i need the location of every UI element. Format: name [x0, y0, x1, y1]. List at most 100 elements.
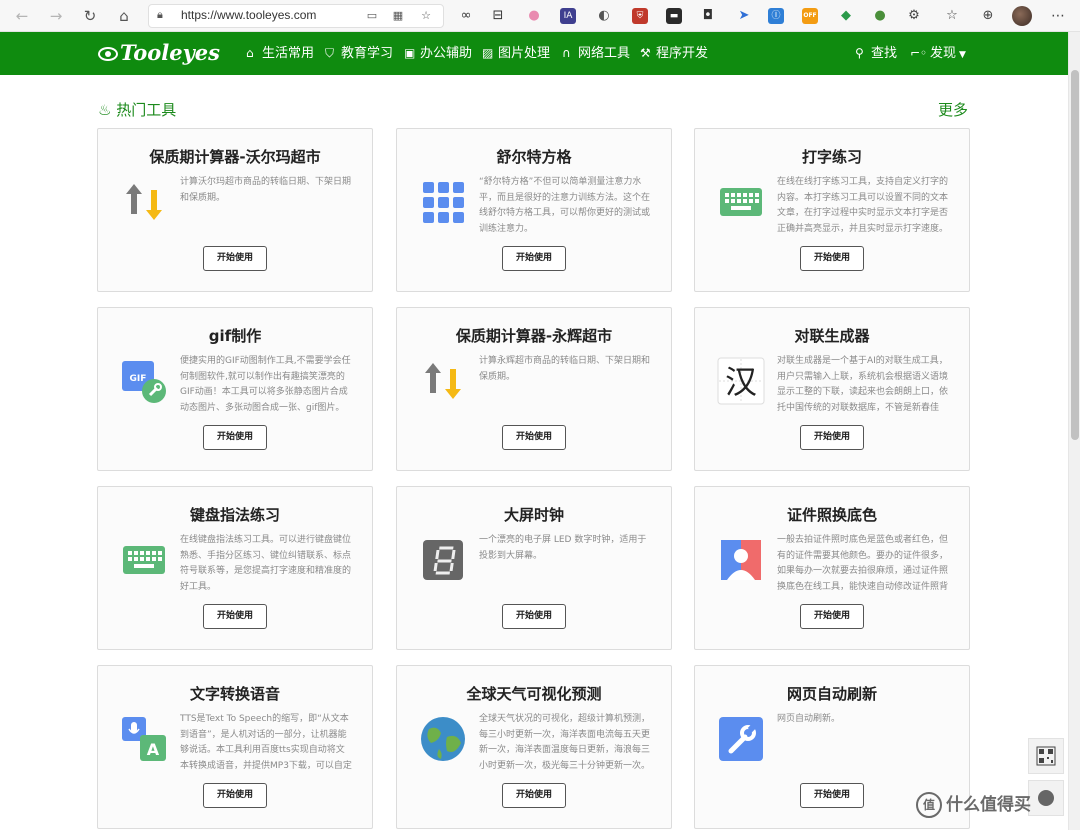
- search-icon: ⚲: [855, 46, 864, 60]
- card-title[interactable]: 打字练习: [695, 146, 969, 167]
- tool-card[interactable]: 舒尔特方格 “舒尔特方格”不但可以简单测量注意力水平，而且是很好的注意力训练方法。…: [396, 128, 672, 292]
- forward-icon[interactable]: →: [46, 6, 66, 26]
- tool-card[interactable]: gif制作 GIF 便捷实用的GIF动图制作工具,不需要学会任何制图软件,就可以制作…: [97, 307, 373, 471]
- card-title[interactable]: gif制作: [98, 325, 372, 346]
- collections-icon[interactable]: ⊕: [980, 8, 996, 24]
- start-button[interactable]: 开始使用: [203, 246, 267, 271]
- tool-card[interactable]: 打字练习 在线在线打字练习工具，支持自定义打字的内容。本打字练习工具可以设置不同的…: [694, 128, 970, 292]
- card-title[interactable]: 证件照换底色: [695, 504, 969, 525]
- start-button[interactable]: 开始使用: [502, 604, 566, 629]
- qr-code-icon[interactable]: ▦: [391, 9, 405, 23]
- infinity-icon[interactable]: ∞: [458, 8, 474, 24]
- globe-icon: [419, 715, 467, 763]
- off-badge-icon[interactable]: OFF: [802, 8, 818, 24]
- card-description: 一个漂亮的电子屏 LED 数字时钟，适用于投影到大屏幕。: [479, 535, 647, 561]
- vpn-icon[interactable]: ◆: [838, 8, 854, 24]
- tool-card[interactable]: 文字转换语音 A TTS是Text To Speech的缩写，即“从文本到语音”，是…: [97, 665, 373, 829]
- gift-icon[interactable]: ⊟: [490, 8, 506, 24]
- nav-label: 程序开发: [656, 46, 709, 61]
- start-button[interactable]: 开始使用: [502, 246, 566, 271]
- nav-label: 办公辅助: [420, 46, 473, 61]
- nav-daily[interactable]: ⌂ 生活常用: [246, 43, 314, 63]
- nav-office[interactable]: ▣ 办公辅助: [404, 43, 472, 63]
- tool-card[interactable]: 证件照换底色一般去拍证件照时底色是蓝色或者红色，但有的证件需要其他颜色。要办的证…: [694, 486, 970, 650]
- camera-icon[interactable]: ◘: [700, 8, 716, 24]
- tool-card[interactable]: 大屏时钟一个漂亮的电子屏 LED 数字时钟，适用于投影到大屏幕。开始使用: [396, 486, 672, 650]
- more-link[interactable]: 更多: [938, 100, 968, 120]
- translate-icon[interactable]: Ⓘ: [768, 8, 784, 24]
- nav-label: 网络工具: [578, 46, 631, 61]
- tool-card[interactable]: 对联生成器汉对联生成器是一个基于AI的对联生成工具，用户只需输入上联，系统机会根…: [694, 307, 970, 471]
- address-bar[interactable]: 🔒︎ https://www.tooleyes.com ▭ ▦ ☆: [148, 4, 444, 28]
- card-title[interactable]: 键盘指法练习: [98, 504, 372, 525]
- nav-network[interactable]: ∩ 网络工具: [562, 43, 630, 63]
- tool-card[interactable]: 键盘指法练习在线键盘指法练习工具。可以进行键盘键位熟悉、手指分区练习、键位纠错联…: [97, 486, 373, 650]
- earth-icon[interactable]: ●: [872, 8, 888, 24]
- nav-education[interactable]: ⛉ 教育学习: [325, 43, 393, 63]
- nav-label: 图片处理: [498, 46, 551, 61]
- start-button[interactable]: 开始使用: [203, 604, 267, 629]
- discover-menu[interactable]: ⌐◦ 发现 ▼: [910, 43, 966, 63]
- card-description: 对联生成器是一个基于AI的对联生成工具，用户只需输入上联，系统机会根据语义语境显…: [777, 356, 949, 413]
- home-icon[interactable]: ⌂: [114, 6, 134, 26]
- start-button[interactable]: 开始使用: [800, 246, 864, 271]
- lock-icon[interactable]: 🔒︎: [157, 8, 171, 24]
- site-header: Tooleyes ⌂ 生活常用 ⛉ 教育学习 ▣ 办公辅助 ▨ 图片处理 ∩ 网络工具 ⚒ 程序开发 …: [0, 32, 1068, 75]
- start-button[interactable]: 开始使用: [800, 425, 864, 450]
- card-title[interactable]: 对联生成器: [695, 325, 969, 346]
- scrollbar-thumb[interactable]: [1071, 70, 1079, 440]
- arrows-icon: [120, 178, 168, 226]
- start-button[interactable]: 开始使用: [800, 783, 864, 808]
- eye-icon: [98, 47, 118, 61]
- page-scrollbar[interactable]: [1068, 32, 1080, 830]
- add-favorite-icon[interactable]: ☆: [419, 9, 433, 23]
- arrows-icon: [419, 357, 467, 405]
- card-description: 一般去拍证件照时底色是蓝色或者红色，但有的证件需要其他颜色。要办的证件很多，如果…: [777, 535, 949, 592]
- puzzle-icon[interactable]: ⚙: [906, 8, 922, 24]
- read-aloud-icon[interactable]: ▭: [365, 9, 379, 23]
- refresh-icon[interactable]: ↻: [80, 6, 100, 26]
- start-button[interactable]: 开始使用: [502, 425, 566, 450]
- site-logo[interactable]: Tooleyes: [98, 38, 220, 68]
- gif-icon: GIF: [120, 357, 168, 405]
- card-title[interactable]: 舒尔特方格: [397, 146, 671, 167]
- start-button[interactable]: 开始使用: [203, 425, 267, 450]
- qr-code-button[interactable]: [1028, 738, 1064, 774]
- terminal-icon[interactable]: ▬: [666, 8, 682, 24]
- back-icon[interactable]: ←: [12, 6, 32, 26]
- start-button[interactable]: 开始使用: [800, 604, 864, 629]
- ia-icon[interactable]: IA: [560, 8, 576, 24]
- pig-icon[interactable]: ●: [526, 8, 542, 24]
- favorites-icon[interactable]: ☆: [944, 8, 960, 24]
- start-button[interactable]: 开始使用: [502, 783, 566, 808]
- tool-card[interactable]: 保质期计算器-永辉超市计算永辉超市商品的转临日期、下架日期和保质期。开始使用: [396, 307, 672, 471]
- more-options-icon[interactable]: ⋯: [1048, 6, 1068, 26]
- card-description: 在线键盘指法练习工具。可以进行键盘键位熟悉、手指分区练习、键位纠错联系、标点符号…: [180, 535, 352, 592]
- tool-card[interactable]: 全球天气可视化预测 全球天气状况的可视化，超级计算机预测，每三小时更新一次，海洋表…: [396, 665, 672, 829]
- card-title[interactable]: 文字转换语音: [98, 683, 372, 704]
- nav-office-icon: ▣: [404, 46, 416, 60]
- watermark: 值什么值得买: [916, 790, 1066, 820]
- search-link[interactable]: ⚲ 查找: [855, 43, 897, 63]
- nav-image[interactable]: ▨ 图片处理: [482, 43, 550, 63]
- tool-card[interactable]: 保质期计算器-沃尔玛超市 计算沃尔玛超市商品的转临日期、下架日期和保质期。 开始使用: [97, 128, 373, 292]
- nav-dev[interactable]: ⚒ 程序开发: [640, 43, 708, 63]
- card-description: 计算永辉超市商品的转临日期、下架日期和保质期。: [479, 356, 651, 382]
- card-description: TTS是Text To Speech的缩写，即“从文本到语音”，是人机对话的一部…: [180, 714, 352, 771]
- card-title[interactable]: 全球天气可视化预测: [397, 683, 671, 704]
- card-title[interactable]: 网页自动刷新: [695, 683, 969, 704]
- browser-toolbar: ← → ↻ ⌂ 🔒︎ https://www.tooleyes.com ▭ ▦ …: [0, 0, 1080, 32]
- card-title[interactable]: 保质期计算器-沃尔玛超市: [98, 146, 372, 167]
- start-button[interactable]: 开始使用: [203, 783, 267, 808]
- swallow-icon[interactable]: ➤: [736, 8, 752, 24]
- glasses-icon: ⌐◦: [910, 46, 928, 60]
- card-title[interactable]: 保质期计算器-永辉超市: [397, 325, 671, 346]
- wrench-icon: [717, 715, 765, 763]
- url-text[interactable]: https://www.tooleyes.com: [181, 8, 316, 22]
- grid-icon: [419, 178, 467, 226]
- mouse-icon[interactable]: ◐: [596, 8, 612, 24]
- shield-badge-icon[interactable]: ⛨: [632, 8, 648, 24]
- nav-image-icon: ▨: [482, 46, 494, 60]
- profile-avatar[interactable]: [1012, 6, 1032, 26]
- card-title[interactable]: 大屏时钟: [397, 504, 671, 525]
